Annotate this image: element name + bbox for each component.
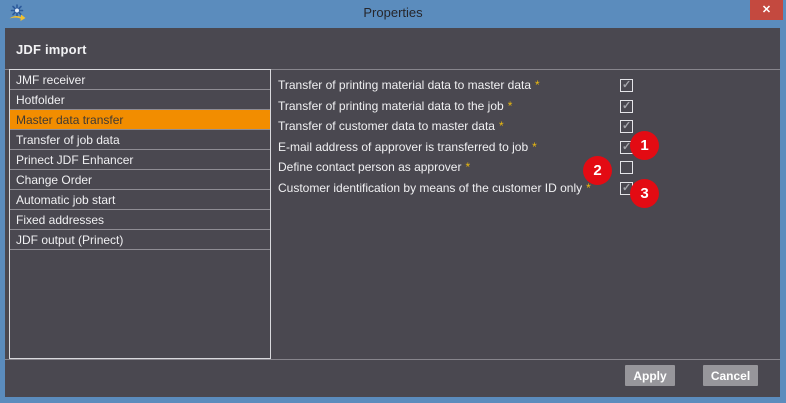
sidebar-item-fixed-addresses[interactable]: Fixed addresses <box>10 210 270 230</box>
sidebar-item-jmf-receiver[interactable]: JMF receiver <box>10 70 270 90</box>
setting-row: E-mail address of approver is transferre… <box>278 137 678 158</box>
setting-row: Define contact person as approver* <box>278 157 678 178</box>
setting-row: Transfer of printing material data to th… <box>278 96 678 117</box>
sidebar-item-transfer-of-job-data[interactable]: Transfer of job data <box>10 130 270 150</box>
footer-divider <box>5 359 780 360</box>
properties-window: Properties ✕ JDF import JMF receiver Hot… <box>0 0 786 403</box>
sidebar-item-prinect-jdf-enhancer[interactable]: Prinect JDF Enhancer <box>10 150 270 170</box>
setting-label: Transfer of printing material data to th… <box>278 99 512 113</box>
required-marker: * <box>532 140 537 154</box>
setting-row: Customer identification by means of the … <box>278 178 678 199</box>
required-marker: * <box>499 119 504 133</box>
checkbox-define-contact-as-approver[interactable] <box>620 161 633 174</box>
apply-button[interactable]: Apply <box>625 365 675 386</box>
setting-row: Transfer of customer data to master data… <box>278 116 678 137</box>
annotation-badge-3: 3 <box>630 179 659 208</box>
required-marker: * <box>465 160 470 174</box>
sidebar-item-change-order[interactable]: Change Order <box>10 170 270 190</box>
sidebar-nav: JMF receiver Hotfolder Master data trans… <box>9 69 271 359</box>
setting-label: Define contact person as approver* <box>278 160 470 174</box>
setting-label: Transfer of printing material data to ma… <box>278 78 540 92</box>
setting-label: Transfer of customer data to master data… <box>278 119 504 133</box>
required-marker: * <box>535 78 540 92</box>
page-title: JDF import <box>16 28 87 69</box>
sidebar-item-jdf-output-prinect[interactable]: JDF output (Prinect) <box>10 230 270 250</box>
annotation-badge-2: 2 <box>583 156 612 185</box>
sidebar-item-hotfolder[interactable]: Hotfolder <box>10 90 270 110</box>
checkbox-transfer-material-to-master-data[interactable] <box>620 79 633 92</box>
annotation-badge-1: 1 <box>630 131 659 160</box>
required-marker: * <box>508 99 513 113</box>
checkbox-transfer-customer-to-master-data[interactable] <box>620 120 633 133</box>
setting-row: Transfer of printing material data to ma… <box>278 75 678 96</box>
sidebar-item-automatic-job-start[interactable]: Automatic job start <box>10 190 270 210</box>
window-title: Properties <box>0 0 786 28</box>
setting-label: E-mail address of approver is transferre… <box>278 140 537 154</box>
sidebar-item-master-data-transfer[interactable]: Master data transfer <box>10 110 270 130</box>
close-button[interactable]: ✕ <box>750 0 783 20</box>
dialog-content: JDF import JMF receiver Hotfolder Master… <box>5 28 780 397</box>
checkbox-transfer-material-to-job[interactable] <box>620 100 633 113</box>
setting-label: Customer identification by means of the … <box>278 181 591 195</box>
cancel-button[interactable]: Cancel <box>703 365 758 386</box>
titlebar: Properties ✕ <box>0 0 786 28</box>
